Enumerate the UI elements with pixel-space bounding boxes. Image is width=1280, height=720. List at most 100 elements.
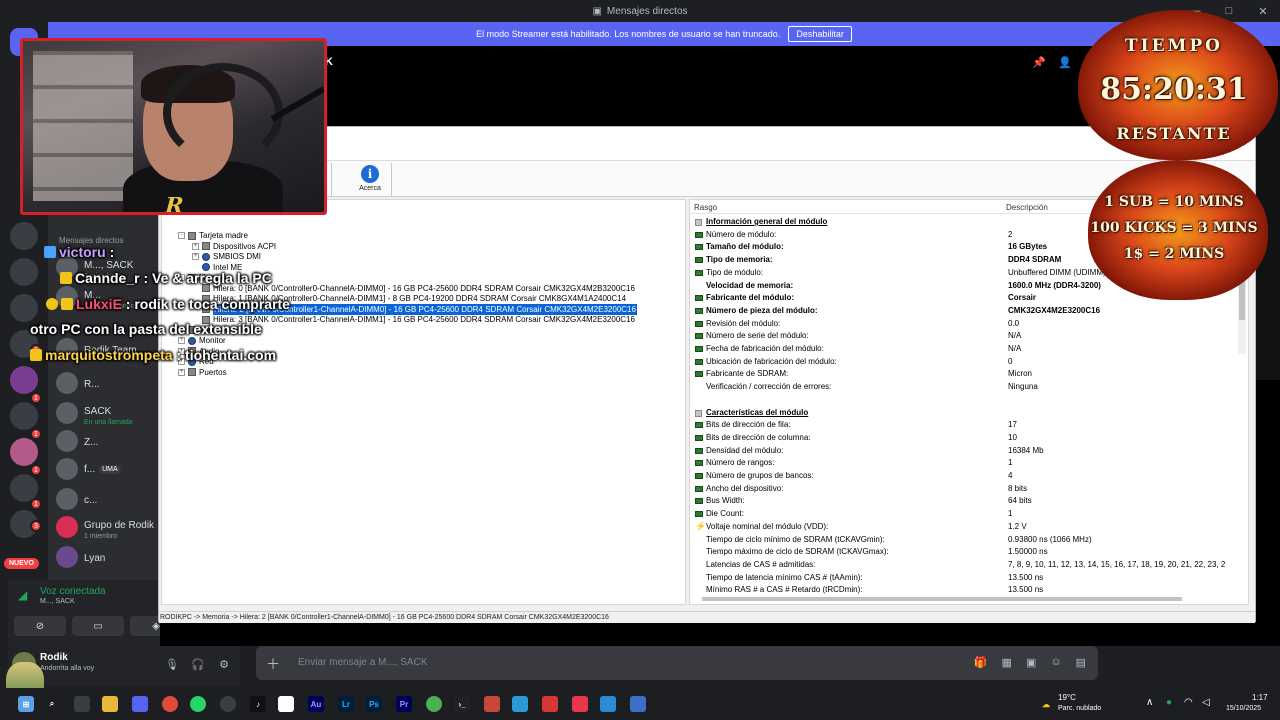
chevron-up-icon[interactable]: ∧ xyxy=(1146,697,1153,708)
table-row[interactable]: Número de serie del módulo: N/A xyxy=(690,330,1248,342)
table-row[interactable]: Mínimo RAS # a CAS # Retardo (tRCDmin): 1… xyxy=(690,584,1248,596)
audition-icon[interactable]: Au xyxy=(308,696,324,712)
avatar xyxy=(56,488,78,510)
terminal-icon[interactable]: ›_ xyxy=(454,696,470,712)
clock-time[interactable]: 1:17 xyxy=(1252,693,1268,702)
weather-icon[interactable]: ☁ xyxy=(1038,696,1054,712)
emoji-icon[interactable]: ☺ xyxy=(1050,656,1061,669)
microphone-icon[interactable]: ● xyxy=(1166,697,1172,708)
apps-icon[interactable]: ▤ xyxy=(1076,656,1086,669)
gif-icon[interactable]: ▦ xyxy=(1002,656,1012,669)
tiktok-icon[interactable]: ♪ xyxy=(250,696,266,712)
section-header[interactable]: Características del módulo xyxy=(690,407,1248,419)
dm-item[interactable]: Lyan xyxy=(56,542,160,572)
chrome-icon[interactable] xyxy=(162,696,178,712)
table-row[interactable]: Tiempo de ciclo mínimo de SDRAM (tCKAVGm… xyxy=(690,534,1248,546)
chrome-icon[interactable] xyxy=(426,696,442,712)
start-icon[interactable]: ⊞ xyxy=(18,696,34,712)
table-row[interactable]: Número de pieza del módulo: CMK32GX4M2E32… xyxy=(690,305,1248,317)
table-row[interactable]: Revisión del módulo: 0.0 xyxy=(690,318,1248,330)
new-badge: NUEVO xyxy=(4,558,39,569)
task-view-icon[interactable] xyxy=(74,696,90,712)
gear-icon[interactable]: ⚙ xyxy=(216,656,232,672)
table-row[interactable]: Bits de dirección de fila: 17 xyxy=(690,419,1248,431)
collapse-icon[interactable]: - xyxy=(178,232,185,239)
row-value: N/A xyxy=(1008,344,1022,353)
volume-icon[interactable]: ◁ xyxy=(1202,697,1210,708)
wifi-icon[interactable]: ◠ xyxy=(1184,697,1193,708)
disable-streamer-button[interactable]: Deshabilitar xyxy=(788,26,852,42)
table-row[interactable]: Ubicación de fabricación del módulo: 0 xyxy=(690,356,1248,368)
toolbar-separator xyxy=(331,163,332,197)
dm-item[interactable]: Z... xyxy=(56,426,160,456)
timer-title: TIEMPO xyxy=(1125,36,1223,56)
photos-icon[interactable] xyxy=(600,696,616,712)
table-row[interactable]: ⚡ Voltaje nominal del módulo (VDD): 1.2 V xyxy=(690,521,1248,533)
row-key: Fabricante de SDRAM: xyxy=(706,369,789,379)
chat-user: victoru xyxy=(59,244,106,260)
memory-chip-icon xyxy=(695,320,703,327)
whatsapp-icon[interactable] xyxy=(190,696,206,712)
clock-date[interactable]: 15/10/2025 xyxy=(1226,705,1261,712)
microphone-icon[interactable]: 🎙 xyxy=(164,656,180,672)
table-row[interactable]: Latencias de CAS # admitidas: 7, 8, 9, 10… xyxy=(690,559,1248,571)
lightroom-icon[interactable]: Lr xyxy=(338,696,354,712)
table-row[interactable]: Número de rangos: 1 xyxy=(690,457,1248,469)
horizontal-scrollbar[interactable] xyxy=(702,597,1182,601)
dm-item[interactable]: Grupo de Rodik 1 miembro xyxy=(56,512,160,542)
camera-off-button[interactable]: ⊘ xyxy=(14,616,66,636)
table-row[interactable]: Tiempo de latencia mínimo CAS # (tAAmin)… xyxy=(690,572,1248,584)
table-row[interactable]: Fecha de fabricación del módulo: N/A xyxy=(690,343,1248,355)
server-icon[interactable] xyxy=(10,366,38,394)
pin-icon[interactable]: 📌 xyxy=(1032,56,1046,69)
file-explorer-icon[interactable] xyxy=(102,696,118,712)
screen-share-button[interactable]: ▭ xyxy=(72,616,124,636)
toolbar-separator xyxy=(391,163,392,197)
app-icon[interactable] xyxy=(512,696,528,712)
username[interactable]: Rodik xyxy=(40,652,68,663)
search-icon[interactable]: ⌕ xyxy=(44,696,60,712)
table-row[interactable]: Verificación / corrección de errores: Nin… xyxy=(690,381,1248,393)
app-icon[interactable] xyxy=(542,696,558,712)
app-icon[interactable] xyxy=(572,696,588,712)
dm-item[interactable]: SACK En una llamada xyxy=(56,398,160,428)
table-row[interactable]: Densidad del módulo: 16384 Mb xyxy=(690,445,1248,457)
avatar xyxy=(56,546,78,568)
calculator-icon[interactable] xyxy=(630,696,646,712)
row-key: Tiempo de latencia mínimo CAS # (tAAmin)… xyxy=(706,572,863,582)
photoshop-icon[interactable]: Ps xyxy=(366,696,382,712)
row-value: Micron xyxy=(1008,369,1033,379)
timer-subtitle: RESTANTE xyxy=(1116,124,1232,143)
about-button[interactable]: i Acerca xyxy=(349,165,391,197)
table-row[interactable]: Bits de dirección de columna: 10 xyxy=(690,432,1248,444)
premiere-icon[interactable]: Pr xyxy=(396,696,412,712)
gift-icon[interactable]: 🎁 xyxy=(974,656,988,669)
capcut-icon[interactable] xyxy=(278,696,294,712)
chat-user: LukxiE xyxy=(76,296,122,312)
voice-status[interactable]: Voz conectada xyxy=(40,586,106,597)
table-row[interactable]: Bus Width: 64 bits xyxy=(690,495,1248,507)
table-row[interactable]: Número de grupos de bancos: 4 xyxy=(690,470,1248,482)
column-rasgo[interactable]: Rasgo xyxy=(694,203,717,212)
add-attachment-icon[interactable]: ＋ xyxy=(266,654,280,674)
subathon-timer: TIEMPO 85:20:31 RESTANTE 1 SUB = 10 MINS… xyxy=(1068,0,1280,300)
table-row[interactable]: Fabricante de SDRAM: Micron xyxy=(690,368,1248,380)
server-icon[interactable] xyxy=(10,438,38,466)
row-key: Voltaje nominal del módulo (VDD): xyxy=(706,521,829,531)
table-row[interactable]: Tiempo máximo de ciclo de SDRAM (tCKAVGm… xyxy=(690,546,1248,558)
dm-item[interactable]: f... UMA xyxy=(56,454,160,484)
app-icon[interactable] xyxy=(220,696,236,712)
row-key: Revisión del módulo: xyxy=(706,318,781,328)
table-row[interactable]: Ancho del dispositivo: 8 bits xyxy=(690,483,1248,495)
sticker-icon[interactable]: ▣ xyxy=(1026,656,1036,669)
table-row[interactable]: Die Count: 1 xyxy=(690,508,1248,520)
row-value: 10 xyxy=(1008,432,1017,442)
headphones-icon[interactable]: 🎧 xyxy=(190,656,206,672)
discord-icon[interactable] xyxy=(132,696,148,712)
dm-item[interactable]: c... xyxy=(56,484,160,514)
app-icon[interactable] xyxy=(484,696,500,712)
dm-item[interactable]: R... xyxy=(56,368,160,398)
column-descripcion[interactable]: Descripción xyxy=(1006,203,1048,212)
message-input[interactable]: ＋ Enviar mensaje a M..., SACK 🎁 ▦ ▣ ☺ ▤ xyxy=(256,646,1098,680)
server-icon[interactable] xyxy=(10,402,38,430)
